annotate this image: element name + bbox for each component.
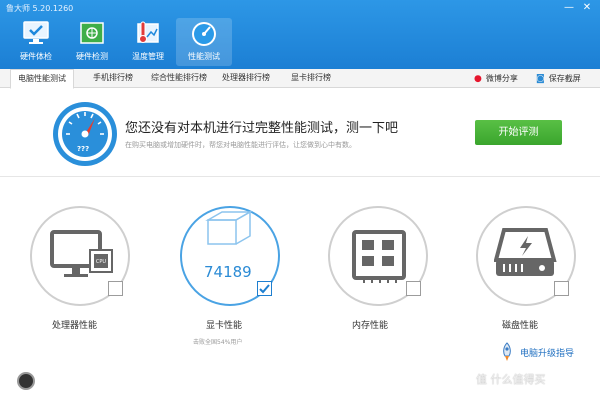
gpu-rank-note: 击败全国54%用户 <box>193 339 243 346</box>
nav-label: 硬件体检 <box>20 52 52 61</box>
tab-bar: 电脑性能测试 手机排行榜 综合性能排行榜 处理器排行榜 显卡排行榜 ● 微博分享… <box>0 69 600 89</box>
main-nav: 硬件体检 硬件检测 温度管理 性能测试 <box>8 18 232 66</box>
banner-subtitle: 在购买电脑或增加硬件时，帮您对电脑性能进行评估，让您做到心中有数。 <box>125 141 356 149</box>
save-screenshot-button[interactable]: ◙ 保存截屏 <box>536 69 581 88</box>
cpu-performance-label: 处理器性能 <box>52 321 98 331</box>
divider <box>0 176 600 177</box>
nav-label: 温度管理 <box>132 52 164 61</box>
nav-label: 硬件检测 <box>76 52 108 61</box>
rocket-icon <box>503 342 511 361</box>
nav-item-hardware-checkup[interactable]: 硬件体检 <box>8 18 64 66</box>
app-title: 鲁大师 5.20.1260 <box>6 4 74 13</box>
tab-pc-performance[interactable]: 电脑性能测试 <box>10 69 74 89</box>
memory-performance-label: 内存性能 <box>352 321 389 331</box>
svg-text:CPU: CPU <box>96 259 107 265</box>
thermometer-icon <box>131 18 165 48</box>
title-bar: 鲁大师 5.20.1260 — ✕ 硬件体检 硬件检测 温度管理 性能测试 <box>0 0 600 69</box>
memory-icon <box>352 230 406 283</box>
minimize-icon[interactable]: — <box>560 1 578 15</box>
speedometer-icon <box>187 18 221 48</box>
close-icon[interactable]: ✕ <box>578 1 596 15</box>
banner-title: 您还没有对本机进行过完整性能测试，测一下吧 <box>125 121 399 136</box>
gauge-readout: ??? <box>77 145 90 153</box>
monitor-check-icon <box>19 18 53 48</box>
upgrade-guide-label: 电脑升级指导 <box>520 348 575 359</box>
window-controls: — ✕ <box>560 1 596 15</box>
weibo-share-button[interactable]: ● 微博分享 <box>474 69 518 88</box>
gpu-score: 74189 <box>204 263 252 281</box>
tab-gpu-ranking[interactable]: 显卡排行榜 <box>291 69 331 88</box>
gpu-checkbox[interactable] <box>257 281 272 296</box>
corner-logo-icon[interactable] <box>17 372 35 390</box>
watermark: 值 什么值得买 <box>476 373 546 386</box>
nav-item-hardware-detect[interactable]: 硬件检测 <box>64 18 120 66</box>
upgrade-guide-button[interactable]: 电脑升级指导 <box>498 342 574 362</box>
memory-checkbox[interactable] <box>406 281 421 296</box>
tab-phone-ranking[interactable]: 手机排行榜 <box>93 69 133 88</box>
weibo-share-label: 微博分享 <box>485 73 518 83</box>
disk-checkbox[interactable] <box>554 281 569 296</box>
speed-gauge-icon: ??? <box>52 101 118 167</box>
camera-icon: ◙ <box>536 73 545 84</box>
nav-item-temperature[interactable]: 温度管理 <box>120 18 176 66</box>
disk-icon <box>494 228 557 276</box>
chip-icon <box>75 18 109 48</box>
save-screenshot-label: 保存截屏 <box>548 73 581 83</box>
nav-label: 性能测试 <box>188 52 220 61</box>
cpu-monitor-icon: CPU <box>50 230 113 277</box>
nav-item-performance-test[interactable]: 性能测试 <box>176 18 232 66</box>
checkmark-icon <box>259 284 270 294</box>
weibo-icon: ● <box>474 73 482 84</box>
tab-overall-ranking[interactable]: 综合性能排行榜 <box>151 69 207 88</box>
disk-performance-label: 磁盘性能 <box>502 321 539 331</box>
cpu-checkbox[interactable] <box>108 281 123 296</box>
gpu-performance-label: 显卡性能 <box>206 321 243 331</box>
start-test-button[interactable]: 开始评测 <box>475 120 562 145</box>
gpu-cube-icon <box>205 210 253 245</box>
tab-cpu-ranking[interactable]: 处理器排行榜 <box>222 69 270 88</box>
